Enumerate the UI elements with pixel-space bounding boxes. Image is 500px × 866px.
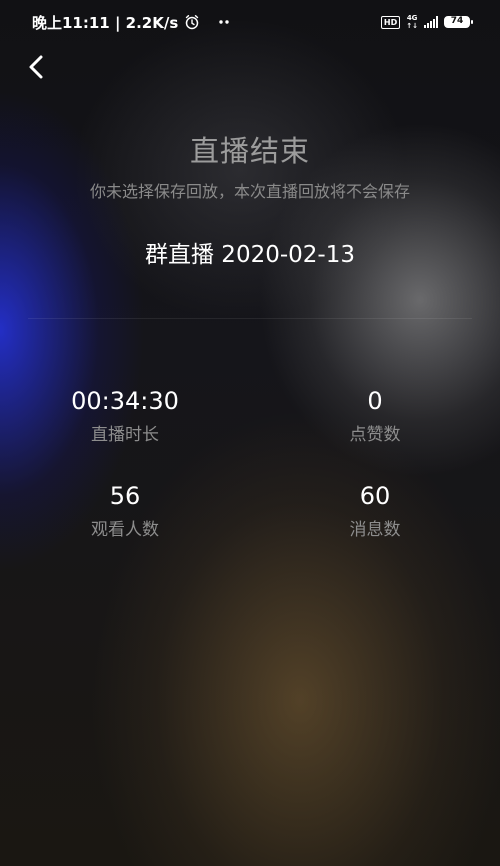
stat-duration: 00:34:30 直播时长 <box>25 386 225 445</box>
stat-label: 消息数 <box>349 520 401 540</box>
network-type: 4G ↑↓ <box>406 14 418 30</box>
more-dots-icon <box>219 20 229 24</box>
hd-badge: HD <box>380 15 401 29</box>
stat-value: 60 <box>359 482 391 510</box>
status-right: HD 4G ↑↓ 74 <box>380 14 473 30</box>
divider <box>28 318 472 319</box>
battery-icon: 74 <box>444 16 473 28</box>
page-title: 直播结束 <box>189 134 310 168</box>
stat-viewers: 56 观看人数 <box>25 481 225 540</box>
stat-label: 点赞数 <box>349 425 401 445</box>
chevron-left-icon <box>29 55 43 79</box>
alarm-clock-icon <box>186 15 199 30</box>
stat-value: 00:34:30 <box>71 387 179 415</box>
live-name: 群直播 2020-02-13 <box>145 242 355 268</box>
stat-likes: 0 点赞数 <box>275 386 475 445</box>
status-left: 晚上11:11 | 2.2K/s <box>32 12 232 33</box>
stat-value: 56 <box>109 482 141 510</box>
back-button[interactable] <box>22 52 52 82</box>
status-time: 晚上11:11 | 2.2K/s <box>32 13 179 32</box>
battery-level: 74 <box>450 16 464 26</box>
signal-bars-icon <box>424 16 438 28</box>
status-bar: 晚上11:11 | 2.2K/s HD 4G ↑↓ 74 <box>0 0 500 44</box>
stat-label: 直播时长 <box>91 425 159 445</box>
page-subtitle: 你未选择保存回放，本次直播回放将不会保存 <box>89 182 410 201</box>
stat-label: 观看人数 <box>91 520 159 540</box>
stat-messages: 60 消息数 <box>275 481 475 540</box>
stat-value: 0 <box>367 387 383 415</box>
